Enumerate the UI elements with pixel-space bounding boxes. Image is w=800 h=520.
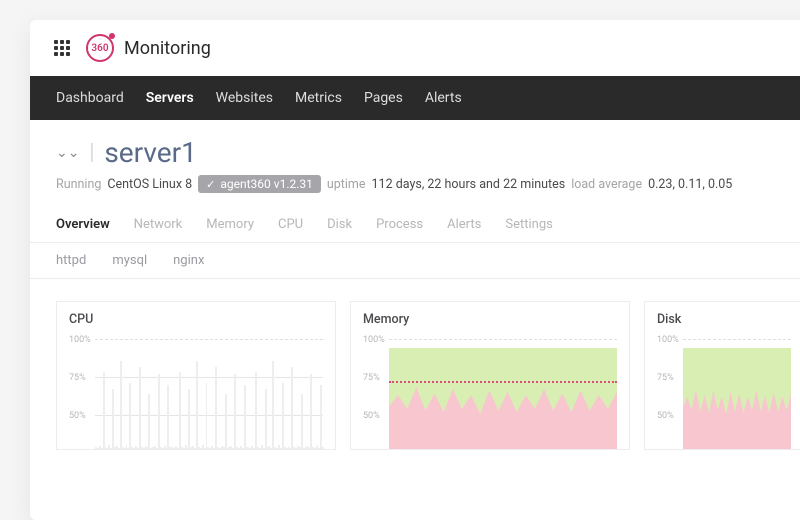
nav-websites[interactable]: Websites [216, 90, 273, 106]
nav-servers[interactable]: Servers [146, 90, 194, 106]
topbar: 360 Monitoring [30, 20, 800, 76]
process-nginx[interactable]: nginx [173, 253, 204, 268]
chart-body-disk: 100% 75% 50% [657, 339, 791, 449]
tab-settings[interactable]: Settings [505, 217, 552, 232]
process-mysql[interactable]: mysql [112, 253, 147, 268]
nav-metrics[interactable]: Metrics [295, 90, 342, 106]
title-divider: | [89, 140, 94, 165]
uptime-label: uptime [327, 177, 366, 192]
brand-name: Monitoring [124, 38, 211, 59]
ytick: 75% [657, 373, 674, 383]
chart-card-disk: Disk 100% 75% 50% [644, 301, 800, 450]
ytick: 50% [657, 411, 674, 421]
tab-disk[interactable]: Disk [327, 217, 352, 232]
memory-line-cached [389, 381, 617, 383]
loadavg-label: load average [571, 177, 642, 192]
nav-dashboard[interactable]: Dashboard [56, 90, 124, 106]
brand-logo-icon: 360 [86, 34, 114, 62]
brand-logo-text: 360 [91, 43, 108, 54]
chart-title-disk: Disk [657, 312, 791, 327]
tab-process[interactable]: Process [376, 217, 423, 232]
nav-pages[interactable]: Pages [364, 90, 403, 106]
process-filter-row: httpd mysql nginx [30, 243, 800, 279]
loadavg-value: 0.23, 0.11, 0.05 [648, 177, 732, 192]
nav-alerts[interactable]: Alerts [425, 90, 462, 106]
sub-tabs: Overview Network Memory CPU Disk Process… [30, 199, 800, 243]
main-nav: Dashboard Servers Websites Metrics Pages… [30, 76, 800, 120]
ytick: 50% [363, 411, 380, 421]
agent-version: agent360 v1.2.31 [220, 177, 313, 191]
tab-cpu[interactable]: CPU [278, 217, 303, 232]
ytick: 75% [69, 373, 86, 383]
ytick: 75% [363, 373, 380, 383]
chart-title-cpu: CPU [69, 312, 323, 327]
process-httpd[interactable]: httpd [56, 253, 86, 268]
cpu-sparkline [95, 339, 323, 449]
server-name: server1 [104, 136, 197, 169]
status-label: Running [56, 177, 101, 192]
agent-badge: ✓ agent360 v1.2.31 [198, 175, 321, 193]
chart-title-memory: Memory [363, 312, 617, 327]
chart-body-memory: 100% 75% 50% [363, 339, 617, 449]
collapse-chevron-icon[interactable]: ⌄⌄ [56, 146, 79, 160]
charts-row: CPU 100% 75% 50% Memory 100% 75% 50% [30, 279, 800, 450]
ytick: 50% [69, 411, 86, 421]
brand: 360 Monitoring [86, 34, 211, 62]
uptime-value: 112 days, 22 hours and 22 minutes [372, 177, 566, 192]
ytick: 100% [657, 335, 679, 345]
tab-network[interactable]: Network [134, 217, 183, 232]
tab-alerts[interactable]: Alerts [447, 217, 481, 232]
os-name: CentOS Linux 8 [107, 177, 192, 192]
tab-memory[interactable]: Memory [206, 217, 254, 232]
chart-body-cpu: 100% 75% 50% [69, 339, 323, 449]
page-header: ⌄⌄ | server1 Running CentOS Linux 8 ✓ ag… [30, 120, 800, 199]
chart-card-cpu: CPU 100% 75% 50% [56, 301, 336, 450]
server-meta: Running CentOS Linux 8 ✓ agent360 v1.2.3… [56, 175, 800, 193]
ytick: 100% [363, 335, 385, 345]
tab-overview[interactable]: Overview [56, 217, 110, 232]
app-window: 360 Monitoring Dashboard Servers Website… [30, 20, 800, 520]
chart-card-memory: Memory 100% 75% 50% [350, 301, 630, 450]
apps-grid-icon[interactable] [54, 40, 70, 56]
title-row: ⌄⌄ | server1 [56, 136, 800, 169]
check-icon: ✓ [206, 178, 215, 191]
ytick: 100% [69, 335, 91, 345]
